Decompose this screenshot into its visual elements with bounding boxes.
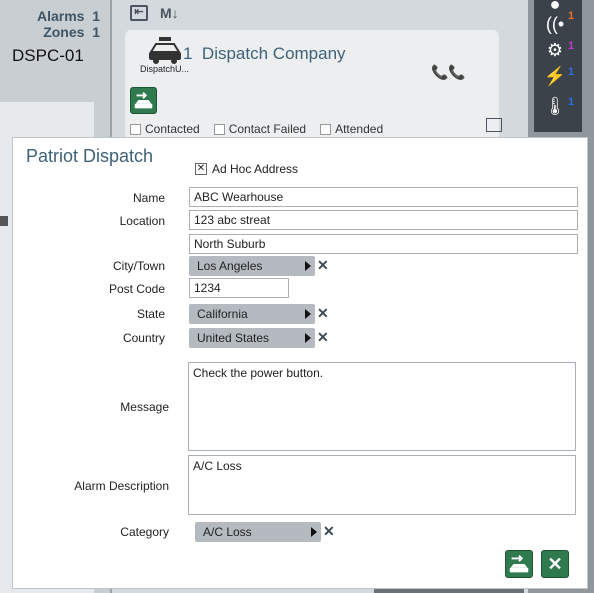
- message-field[interactable]: Check the power button.: [188, 362, 576, 451]
- country-label: Country: [122, 331, 165, 345]
- alarm-zone-counts: Alarms 1 Zones 1: [0, 8, 100, 40]
- contact-failed-checkbox[interactable]: Contact Failed: [213, 122, 306, 136]
- country-select[interactable]: United States: [189, 328, 315, 348]
- alarms-label: Alarms: [36, 8, 85, 24]
- alarm-description-field[interactable]: A/C Loss: [188, 455, 576, 515]
- company-name: Dispatch Company: [201, 44, 346, 63]
- gear-icon[interactable]: ⚙: [542, 40, 568, 60]
- status-options: Contacted Contact Failed Attended: [130, 122, 383, 136]
- state-clear-icon[interactable]: ✕: [317, 305, 329, 322]
- adhoc-address-label: Ad Hoc Address: [212, 162, 299, 176]
- category-dropdown-arrow-icon: [311, 527, 317, 537]
- close-button[interactable]: ✕: [541, 550, 569, 578]
- location-label: Location: [119, 214, 165, 228]
- attended-checkbox[interactable]: Attended: [320, 122, 383, 136]
- person-icon[interactable]: ●: [542, 0, 568, 14]
- location-line1-field[interactable]: 123 abc streat: [189, 210, 578, 230]
- markdown-icon[interactable]: M↓: [160, 5, 179, 21]
- city-dropdown-arrow-icon: [305, 261, 311, 271]
- signal-badge: 1: [568, 10, 575, 22]
- phone-icons[interactable]: 📞📞: [431, 64, 466, 81]
- gear-badge: 1: [568, 40, 575, 52]
- company-number: 1: [183, 44, 193, 63]
- category-label: Category: [120, 525, 169, 539]
- alarms-count: 1: [92, 8, 100, 24]
- category-value: A/C Loss: [203, 525, 252, 539]
- category-select[interactable]: A/C Loss: [195, 522, 321, 542]
- category-clear-icon[interactable]: ✕: [323, 523, 335, 540]
- location-line2-field[interactable]: North Suburb: [189, 234, 578, 254]
- name-label: Name: [132, 191, 165, 205]
- police-car-icon: [149, 37, 181, 64]
- dispatch-car-button[interactable]: [130, 87, 157, 114]
- zones-count: 1: [92, 24, 100, 40]
- city-clear-icon[interactable]: ✕: [317, 257, 329, 274]
- city-label: City/Town: [112, 259, 165, 273]
- message-label: Message: [120, 400, 169, 414]
- lightning-icon[interactable]: ⚡: [542, 66, 568, 86]
- dispatch-car-icon: [509, 554, 529, 573]
- adhoc-address-checkbox[interactable]: ✕: [195, 163, 207, 175]
- close-icon: ✕: [547, 554, 563, 574]
- thermometer-badge: 1: [568, 96, 575, 108]
- state-dropdown-arrow-icon: [305, 309, 311, 319]
- dispatch-unit-label: DispatchU...: [140, 64, 190, 74]
- lightning-badge: 1: [568, 66, 575, 78]
- postcode-label: Post Code: [108, 282, 165, 296]
- contacted-checkbox[interactable]: Contacted: [130, 122, 200, 136]
- dialog-title: Patriot Dispatch: [26, 146, 154, 166]
- status-icon-column: ● ((• 1 ⚙ 1 ⚡ 1 🌡 1: [534, 0, 582, 132]
- state-label: State: [136, 307, 165, 321]
- thermometer-icon[interactable]: 🌡: [542, 96, 568, 116]
- patriot-dispatch-dialog: Patriot Dispatch ✕ Ad Hoc Address Name A…: [12, 137, 588, 589]
- collapse-icon[interactable]: [486, 118, 502, 132]
- country-value: United States: [197, 331, 270, 345]
- dispatch-button[interactable]: [505, 550, 533, 578]
- state-select[interactable]: California: [189, 304, 315, 324]
- postcode-field[interactable]: 1234: [189, 278, 289, 298]
- back-icon[interactable]: ⇤: [130, 5, 148, 21]
- signal-icon[interactable]: ((•: [542, 14, 568, 34]
- adhoc-address-option[interactable]: ✕ Ad Hoc Address: [195, 162, 298, 176]
- dispatch-car-icon: [134, 91, 153, 109]
- city-select[interactable]: Los Angeles: [189, 256, 315, 276]
- left-strip: [0, 216, 8, 226]
- site-code: DSPC-01: [12, 46, 84, 65]
- country-clear-icon[interactable]: ✕: [317, 329, 329, 346]
- state-value: California: [197, 307, 248, 321]
- name-field[interactable]: ABC Wearhouse: [189, 187, 578, 207]
- alarm-description-label: Alarm Description: [74, 479, 169, 493]
- dispatch-card: DispatchU... 1 Dispatch Company 📞📞 Conta…: [125, 30, 502, 140]
- zones-label: Zones: [43, 24, 85, 40]
- country-dropdown-arrow-icon: [305, 333, 311, 343]
- city-value: Los Angeles: [197, 259, 263, 273]
- company-title: 1 Dispatch Company: [183, 44, 346, 64]
